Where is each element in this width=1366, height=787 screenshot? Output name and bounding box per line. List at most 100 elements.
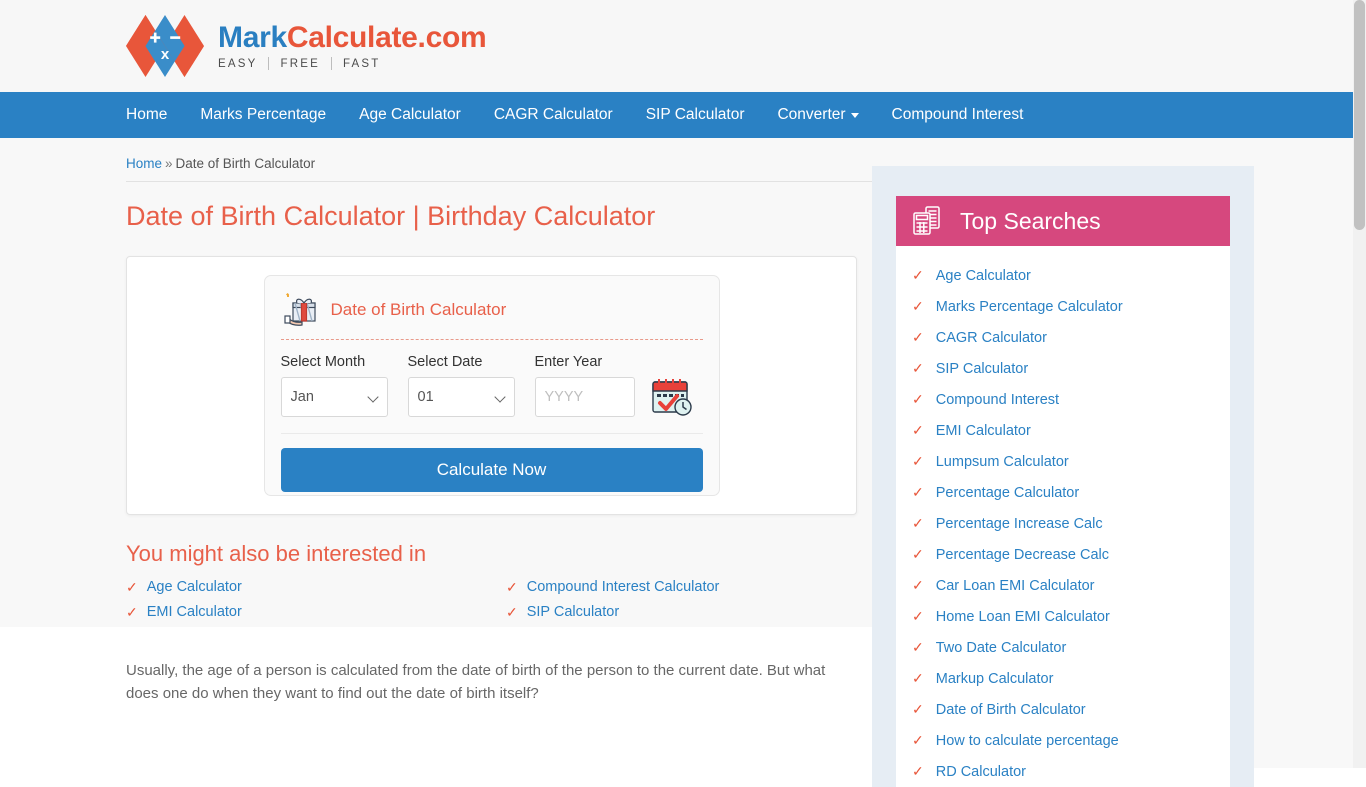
nav-item-compound-interest[interactable]: Compound Interest (892, 106, 1024, 124)
top-searches-list: ✓ Age Calculator ✓ Marks Percentage Calcul… (896, 246, 1230, 787)
check-icon: ✓ (912, 546, 924, 562)
interested-link[interactable]: EMI Calculator (147, 604, 242, 620)
sidebar-item-lumpsum-calculator[interactable]: ✓ Lumpsum Calculator (896, 446, 1230, 477)
check-icon: ✓ (912, 577, 924, 593)
check-icon: ✓ (912, 484, 924, 500)
date-label: Select Date (407, 353, 483, 370)
calculator-icon (913, 206, 940, 235)
sidebar: Top Searches ✓ Age Calculator ✓ Marks Perc… (872, 166, 1254, 787)
check-icon: ✓ (912, 298, 924, 314)
sidebar-link[interactable]: Percentage Decrease Calc (936, 547, 1109, 563)
brand-name-part2: Calculate (286, 20, 418, 54)
sidebar-item-cagr-calculator[interactable]: ✓ CAGR Calculator (896, 322, 1230, 353)
month-select-wrap: Jan (280, 376, 388, 417)
check-icon: ✓ (912, 763, 924, 779)
sidebar-item-percentage-increase-calc[interactable]: ✓ Percentage Increase Calc (896, 508, 1230, 539)
nav-item-marks-percentage[interactable]: Marks Percentage (200, 106, 326, 124)
sidebar-link[interactable]: SIP Calculator (936, 361, 1028, 377)
sidebar-item-compound-interest[interactable]: ✓ Compound Interest (896, 384, 1230, 415)
check-icon: ✓ (126, 578, 138, 595)
intro-paragraph: Usually, the age of a person is calculat… (126, 661, 826, 702)
interested-item-emi-calculator[interactable]: ✓ EMI Calculator (126, 604, 506, 621)
tagline-easy: Easy (218, 57, 258, 70)
interested-item-sip-calculator[interactable]: ✓ SIP Calculator (506, 604, 886, 621)
svg-text:x: x (161, 46, 170, 63)
nav-label: Converter (777, 106, 846, 123)
check-icon: ✓ (126, 603, 138, 620)
site-logo[interactable]: x MarkCalculate.com Easy Free Fast (126, 15, 487, 77)
calculate-now-button[interactable]: Calculate Now (280, 447, 703, 492)
sidebar-link[interactable]: EMI Calculator (936, 423, 1031, 439)
sidebar-link[interactable]: Marks Percentage Calculator (936, 299, 1123, 315)
sidebar-item-markup-calculator[interactable]: ✓ Markup Calculator (896, 663, 1230, 694)
date-select-wrap: 01 (407, 376, 515, 417)
nav-item-sip-calculator[interactable]: SIP Calculator (646, 106, 745, 124)
check-icon: ✓ (912, 608, 924, 624)
interested-links-grid: ✓ Age Calculator ✓ Compound Interest Cal… (126, 579, 872, 621)
nav-label: SIP Calculator (645, 106, 745, 123)
breadcrumb-home-link[interactable]: Home (126, 156, 162, 171)
check-icon: ✓ (912, 639, 924, 655)
check-icon: ✓ (912, 515, 924, 531)
sidebar-link[interactable]: Percentage Calculator (936, 485, 1079, 501)
sidebar-item-car-loan-emi-calculator[interactable]: ✓ Car Loan EMI Calculator (896, 570, 1230, 601)
nav-label: Compound Interest (891, 106, 1024, 123)
sidebar-item-date-of-birth-calculator[interactable]: ✓ Date of Birth Calculator (896, 694, 1230, 725)
check-icon: ✓ (506, 578, 518, 595)
year-input[interactable] (534, 376, 635, 417)
check-icon: ✓ (912, 360, 924, 376)
sidebar-item-two-date-calculator[interactable]: ✓ Two Date Calculator (896, 632, 1230, 663)
nav-item-home[interactable]: Home (126, 106, 167, 124)
calculator-heading: Date of Birth Calculator (330, 299, 507, 319)
sidebar-link[interactable]: Two Date Calculator (936, 640, 1067, 656)
main-navigation: Home Marks Percentage Age Calculator CAG… (0, 92, 1366, 138)
sidebar-item-home-loan-emi-calculator[interactable]: ✓ Home Loan EMI Calculator (896, 601, 1230, 632)
sidebar-link[interactable]: CAGR Calculator (936, 330, 1047, 346)
nav-item-converter[interactable]: Converter (777, 106, 859, 124)
sidebar-link[interactable]: Age Calculator (936, 268, 1031, 284)
sidebar-link[interactable]: Home Loan EMI Calculator (936, 609, 1110, 625)
sidebar-item-rd-calculator[interactable]: ✓ RD Calculator (896, 756, 1230, 787)
interested-link[interactable]: Compound Interest Calculator (527, 579, 720, 595)
nav-item-cagr-calculator[interactable]: CAGR Calculator (494, 106, 613, 124)
sidebar-item-age-calculator[interactable]: ✓ Age Calculator (896, 260, 1230, 291)
interested-item-compound-interest[interactable]: ✓ Compound Interest Calculator (506, 579, 886, 596)
month-select[interactable]: Jan (280, 376, 388, 417)
sidebar-link[interactable]: Percentage Increase Calc (936, 516, 1103, 532)
sidebar-item-percentage-decrease-calc[interactable]: ✓ Percentage Decrease Calc (896, 539, 1230, 570)
month-label: Select Month (280, 353, 366, 370)
calculator-card: Date of Birth Calculator Select Month Ja… (126, 255, 857, 515)
interested-item-age-calculator[interactable]: ✓ Age Calculator (126, 579, 506, 596)
year-field-group: Enter Year (534, 354, 635, 417)
interested-link[interactable]: SIP Calculator (527, 604, 619, 620)
chevron-down-icon (850, 112, 859, 118)
sidebar-link[interactable]: Car Loan EMI Calculator (936, 578, 1095, 594)
sidebar-item-percentage-calculator[interactable]: ✓ Percentage Calculator (896, 477, 1230, 508)
sidebar-link[interactable]: Compound Interest (936, 392, 1059, 408)
nav-label: Marks Percentage (200, 106, 327, 123)
breadcrumb: Home» Date of Birth Calculator (126, 138, 872, 182)
tagline-divider-2 (330, 57, 332, 71)
calculator-diamond-logo-icon: x (126, 15, 204, 77)
sidebar-item-how-to-calculate-percentage[interactable]: ✓ How to calculate percentage (896, 725, 1230, 756)
sidebar-item-emi-calculator[interactable]: ✓ EMI Calculator (896, 415, 1230, 446)
top-searches-title: Top Searches (960, 207, 1101, 234)
sidebar-link[interactable]: Lumpsum Calculator (936, 454, 1069, 470)
page-scrollbar[interactable] (1353, 0, 1366, 768)
sidebar-link[interactable]: Markup Calculator (936, 671, 1054, 687)
nav-label: Home (126, 106, 168, 123)
sidebar-link[interactable]: RD Calculator (936, 764, 1026, 780)
nav-item-age-calculator[interactable]: Age Calculator (359, 106, 461, 124)
sidebar-link[interactable]: Date of Birth Calculator (936, 702, 1086, 718)
sidebar-link[interactable]: How to calculate percentage (936, 733, 1119, 749)
tagline-fast: Fast (342, 57, 381, 70)
date-select[interactable]: 01 (407, 376, 515, 417)
page-title: Date of Birth Calculator | Birthday Calc… (126, 201, 656, 231)
gift-box-icon (283, 292, 316, 326)
sidebar-item-sip-calculator[interactable]: ✓ SIP Calculator (896, 353, 1230, 384)
tagline-divider-1 (268, 57, 270, 71)
scrollbar-thumb[interactable] (1354, 0, 1365, 230)
top-searches-header: Top Searches (896, 196, 1230, 246)
interested-link[interactable]: Age Calculator (147, 579, 242, 595)
sidebar-item-marks-percentage-calculator[interactable]: ✓ Marks Percentage Calculator (896, 291, 1230, 322)
